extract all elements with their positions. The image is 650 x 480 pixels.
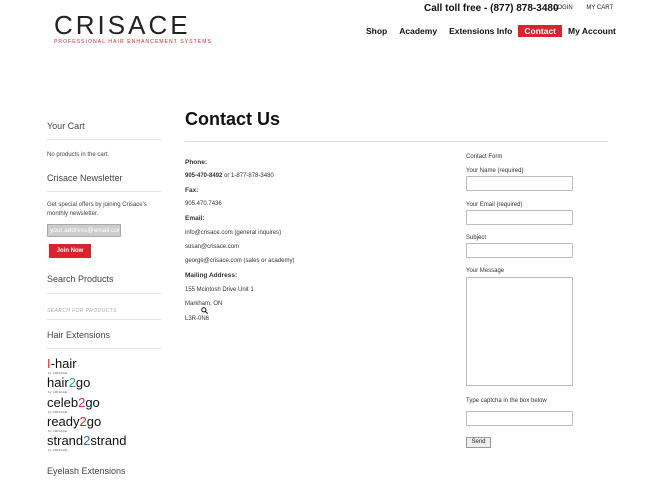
brand-ready2go[interactable]: ready2go (47, 415, 101, 429)
brand-i-hair[interactable]: I-hair (47, 357, 77, 371)
brand-byline: by CRISACE (48, 390, 68, 394)
nav-contact[interactable]: Contact (518, 25, 562, 37)
logo-tagline: PROFESSIONAL HAIR ENHANCEMENT SYSTEMS (54, 39, 212, 45)
mailing-address-label: Mailing Address: (185, 272, 238, 279)
eyelash-extensions-heading: Eyelash Extensions (47, 466, 126, 476)
top-links: LOGIN MY CART (554, 5, 613, 11)
phone-link[interactable]: 905-470-8492 (185, 173, 222, 179)
my-cart-link[interactable]: MY CART (586, 5, 613, 11)
email-input[interactable] (466, 210, 573, 225)
divider (47, 319, 161, 320)
name-input[interactable] (466, 176, 573, 191)
page-title: Contact Us (185, 109, 281, 129)
phone-label: Phone: (185, 159, 208, 166)
title-divider (185, 141, 608, 142)
search-icon[interactable] (201, 307, 208, 314)
captcha-input[interactable] (466, 411, 573, 426)
email-general[interactable]: info@crisace.com (general inquires) (185, 230, 281, 236)
phone-alt: or 1-877-878-3480 (222, 173, 274, 179)
search-heading: Search Products (47, 274, 114, 284)
address-line-2: Markham, ON (185, 301, 223, 307)
send-button[interactable]: Send (466, 437, 491, 448)
logo[interactable]: CRISACE PROFESSIONAL HAIR ENHANCEMENT SY… (54, 12, 212, 45)
newsletter-description: Get special offers by joining Crisace's … (47, 202, 147, 217)
hair-extensions-heading: Hair Extensions (47, 330, 111, 340)
brand-strand2strand[interactable]: strand2strand (47, 434, 127, 448)
newsletter-heading: Crisace Newsletter (47, 173, 123, 183)
message-textarea[interactable] (466, 277, 573, 386)
nav-shop[interactable]: Shop (360, 25, 393, 37)
brand-celeb2go[interactable]: celeb2go (47, 396, 100, 410)
address-line-3: L3R-0N6 (185, 316, 210, 322)
email-field-label: Your Email (required) (466, 202, 523, 208)
toll-free-number: Call toll free - (877) 878-3480 (424, 3, 559, 14)
nav-my-account[interactable]: My Account (562, 25, 622, 37)
main-navigation: Shop Academy Extensions Info Contact My … (360, 25, 622, 37)
message-label: Your Message (466, 268, 505, 274)
email-george[interactable]: george@crisace.com (sales or academy) (185, 258, 294, 264)
phone-line: 905-470-8492 or 1-877-878-3480 (185, 173, 274, 179)
newsletter-email-input[interactable]: your.address@email.com (47, 224, 121, 237)
fax-label: Fax: (185, 187, 199, 194)
email-susan[interactable]: susan@crisace.com (185, 244, 239, 250)
cart-empty-text: No products in the cart. (47, 152, 110, 158)
cart-heading: Your Cart (47, 121, 85, 131)
nav-academy[interactable]: Academy (393, 25, 443, 37)
brand-hair2go[interactable]: hair2go (47, 376, 90, 390)
captcha-label: Type captcha in the box below (466, 398, 547, 404)
join-now-button[interactable]: Join Now (49, 244, 91, 258)
brand-byline: by CRISACE (48, 448, 68, 452)
search-input[interactable]: SEARCH FOR PRODUCTS (47, 308, 117, 314)
divider (47, 139, 161, 140)
subject-label: Subject (466, 235, 487, 241)
fax-number: 905.470.7436 (185, 201, 222, 207)
name-label: Your Name (required) (466, 168, 524, 174)
logo-wordmark: CRISACE (54, 10, 191, 40)
nav-extensions-info[interactable]: Extensions Info (443, 25, 518, 37)
address-line-1: 155 Mcintosh Drive Unit 1 (185, 287, 254, 293)
divider (47, 191, 161, 192)
subject-input[interactable] (466, 243, 573, 258)
login-link[interactable]: LOGIN (554, 5, 573, 11)
divider (47, 348, 161, 349)
contact-form-title: Contact Form (466, 154, 503, 160)
divider (47, 293, 161, 294)
email-label: Email: (185, 215, 205, 222)
